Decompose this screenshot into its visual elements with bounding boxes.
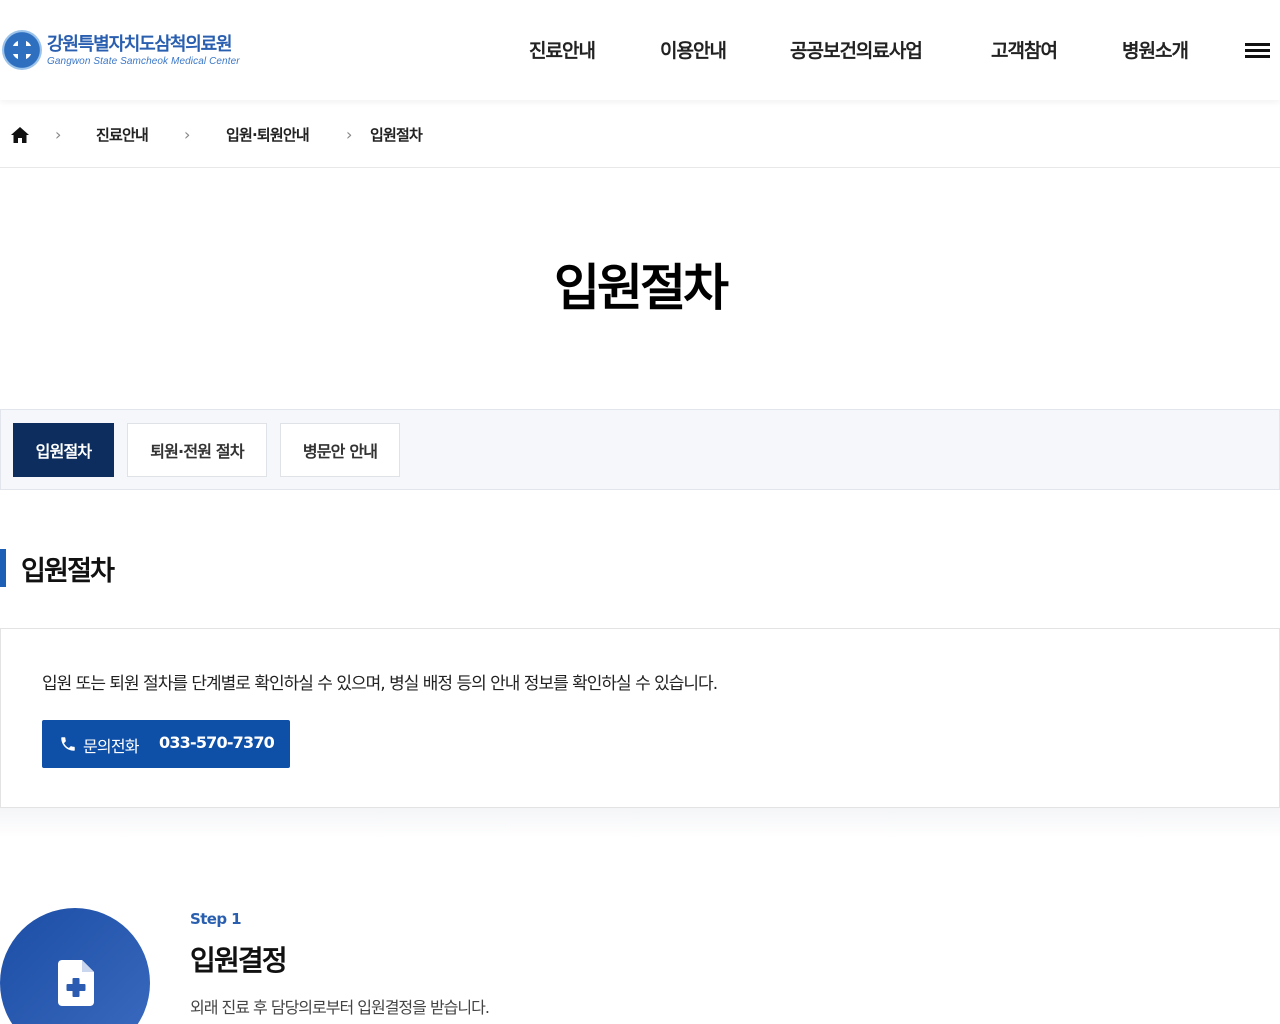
phone-icon: [61, 737, 75, 751]
nav-item-usage-guide[interactable]: 이용안내: [660, 36, 727, 63]
tab-admission-procedure[interactable]: 입원절차: [13, 423, 114, 477]
nav-item-customer[interactable]: 고객참여: [991, 36, 1058, 63]
contact-phone-label: 문의전화: [83, 737, 139, 756]
section-accent-bar: [0, 549, 6, 587]
nav-item-about[interactable]: 병원소개: [1122, 36, 1189, 63]
nav-item-public-health[interactable]: 공공보건의료사업: [790, 36, 923, 63]
section-title: 입원절차: [21, 556, 115, 587]
page-title: 입원절차: [554, 259, 729, 317]
chevron-right-icon: ›: [346, 125, 353, 144]
contact-phone-number: 033-570-7370: [159, 733, 275, 752]
info-description: 입원 또는 퇴원 절차를 단계별로 확인하실 수 있으며, 병실 배정 등의 안…: [42, 674, 718, 694]
step-number: Step 1: [190, 910, 242, 928]
breadcrumb: › 진료안내 › 입원·퇴원안내 › 입원절차: [0, 101, 1280, 168]
hamburger-icon[interactable]: [1245, 43, 1271, 59]
site-header: 강원특별자치도삼척의료원 Gangwon State Samcheok Medi…: [0, 0, 1280, 100]
chevron-right-icon: ›: [55, 125, 62, 144]
breadcrumb-item[interactable]: 진료안내: [96, 124, 149, 145]
tab-discharge-transfer[interactable]: 퇴원·전원 절차: [127, 423, 267, 477]
breadcrumb-item[interactable]: 입원·퇴원안내: [226, 124, 310, 145]
main-navigation: 진료안내 이용안내 공공보건의료사업 고객참여 병원소개: [0, 36, 1280, 62]
home-icon[interactable]: [11, 127, 29, 143]
nav-item-medical-guide[interactable]: 진료안내: [529, 36, 596, 63]
contact-phone-button[interactable]: 문의전화 033-570-7370: [42, 720, 290, 768]
sub-tabs: 입원절차 퇴원·전원 절차 병문안 안내: [0, 409, 1280, 490]
tab-visiting-guide[interactable]: 병문안 안내: [280, 423, 400, 477]
step-description: 외래 진료 후 담당의로부터 입원결정을 받습니다.: [190, 998, 490, 1017]
medical-document-icon: [58, 960, 94, 1006]
breadcrumb-current[interactable]: 입원절차: [370, 124, 423, 145]
divider-shadow: [0, 808, 1280, 838]
step-title: 입원결정: [190, 944, 288, 977]
chevron-right-icon: ›: [184, 125, 191, 144]
info-box: 입원 또는 퇴원 절차를 단계별로 확인하실 수 있으며, 병실 배정 등의 안…: [0, 628, 1280, 808]
